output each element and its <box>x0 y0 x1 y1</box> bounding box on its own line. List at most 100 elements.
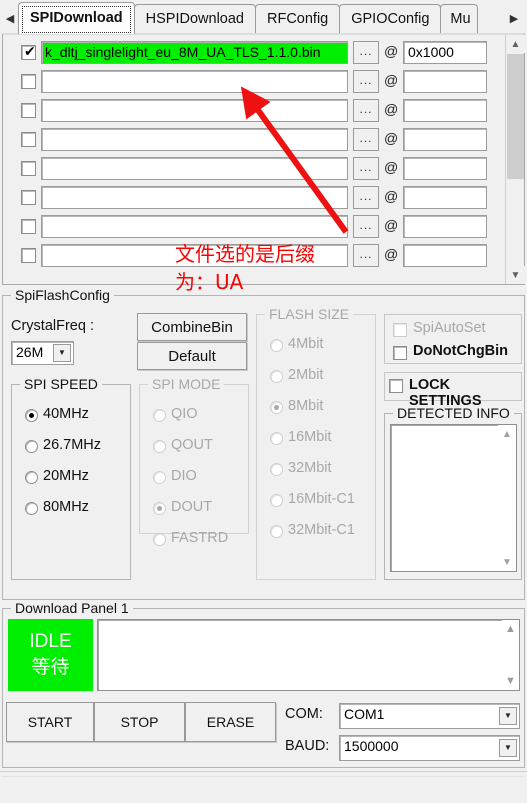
tab-hspidownload[interactable]: HSPIDownload <box>133 4 256 34</box>
browse-button[interactable]: ... <box>353 128 379 151</box>
file-list-scrollbar[interactable]: ▲ ▼ <box>505 35 525 284</box>
checkbox-donotchgbin[interactable] <box>393 346 407 360</box>
radio-label: 32Mbit-C1 <box>288 522 355 538</box>
flash-address-input[interactable] <box>403 215 487 238</box>
browse-button[interactable]: ... <box>353 186 379 209</box>
detected-info-group: DETECTED INFO ▲ ▼ <box>384 405 522 580</box>
file-enable-checkbox[interactable] <box>21 219 36 234</box>
spi-mode-group: SPI MODE QIO QOUT DIO DOUT FASTRD <box>139 376 249 546</box>
browse-button[interactable]: ... <box>353 157 379 180</box>
at-symbol-label: @ <box>384 130 399 146</box>
file-enable-checkbox[interactable] <box>21 190 36 205</box>
radio-40mhz[interactable] <box>25 409 38 422</box>
tab-gpioconfig[interactable]: GPIOConfig <box>339 4 442 34</box>
checkbox-label: DoNotChgBin <box>413 343 509 359</box>
file-row-list: ✔ k_dltj_singlelight_eu_8M_UA_TLS_1.1.0.b… <box>3 39 503 271</box>
detected-info-textarea[interactable]: ▲ ▼ <box>390 424 517 572</box>
scrollbar-thumb[interactable] <box>507 54 524 179</box>
radio-26-7mhz[interactable] <box>25 440 38 453</box>
chevron-down-icon[interactable]: ▼ <box>53 344 71 362</box>
file-path-input[interactable] <box>41 215 348 238</box>
radio-label: FASTRD <box>171 530 229 546</box>
checkbox-label: SpiAutoSet <box>413 320 486 336</box>
tab-mu[interactable]: Mu <box>440 4 479 34</box>
file-path-input[interactable] <box>41 157 348 180</box>
chevron-up-icon: ▲ <box>502 428 512 440</box>
browse-button[interactable]: ... <box>353 215 379 238</box>
crystal-freq-select[interactable]: 26M ▼ <box>11 341 74 365</box>
browse-button[interactable]: ... <box>353 99 379 122</box>
radio-selected-dot <box>157 506 162 511</box>
triangle-left-icon: ◀ <box>5 12 15 25</box>
tab-focus-outline <box>22 6 131 33</box>
baud-rate-select[interactable]: 1500000 ▼ <box>339 735 520 761</box>
scroll-up-button[interactable]: ▲ <box>506 35 525 53</box>
checkbox-spiautoset <box>393 323 407 337</box>
file-path-input[interactable] <box>41 186 348 209</box>
detected-info-scrollbar[interactable]: ▲ ▼ <box>498 425 516 571</box>
flash-address-input[interactable]: 0x1000 <box>403 41 487 64</box>
radio-80mhz[interactable] <box>25 502 38 515</box>
file-enable-checkbox[interactable]: ✔ <box>21 44 36 60</box>
browse-button[interactable]: ... <box>353 70 379 93</box>
file-path-input[interactable] <box>41 99 348 122</box>
download-log-scroll-down[interactable]: ▼ <box>502 672 519 690</box>
radio-32mbit-c1 <box>270 525 283 538</box>
tab-scroll-right-button[interactable]: ▶ <box>506 7 522 29</box>
tab-label: Mu <box>450 11 471 27</box>
radio-qio <box>153 409 166 422</box>
default-label: Default <box>168 347 216 365</box>
file-row: ... @ <box>3 97 503 126</box>
file-enable-checkbox[interactable] <box>21 248 36 263</box>
file-path-input[interactable] <box>41 128 348 151</box>
file-enable-checkbox[interactable] <box>21 103 36 118</box>
radio-dio <box>153 471 166 484</box>
file-path-input[interactable] <box>41 70 348 93</box>
flash-address-input[interactable] <box>403 70 487 93</box>
tab-label: GPIOConfig <box>351 11 430 27</box>
file-row: ... @ <box>3 184 503 213</box>
tab-rfconfig[interactable]: RFConfig <box>254 4 341 34</box>
tab-spidownload[interactable]: SPIDownload <box>18 2 135 34</box>
stop-button[interactable]: STOP <box>94 702 185 742</box>
download-log-scrollbar[interactable]: ▲ ▼ <box>502 620 519 690</box>
start-button[interactable]: START <box>6 702 94 742</box>
tab-scroll-left-button[interactable]: ◀ <box>2 7 18 29</box>
flash-address-input[interactable] <box>403 128 487 151</box>
radio-qout <box>153 440 166 453</box>
flash-address-input[interactable] <box>403 157 487 180</box>
flash-address-input[interactable] <box>403 244 487 267</box>
esp-flash-download-tool-window: ◀ SPIDownload HSPIDownload RFConfig GPIOCon… <box>0 0 527 803</box>
download-log-scroll-up[interactable]: ▲ <box>502 620 519 638</box>
com-port-select[interactable]: COM1 ▼ <box>339 703 520 729</box>
browse-button[interactable]: ... <box>353 244 379 267</box>
flash-address-input[interactable] <box>403 186 487 209</box>
triangle-right-icon: ▶ <box>509 12 519 25</box>
scroll-down-button[interactable]: ▼ <box>506 266 525 284</box>
chevron-down-icon[interactable]: ▼ <box>499 707 517 725</box>
spi-autoset-group: SpiAutoSet DoNotChgBin <box>384 314 522 364</box>
erase-button[interactable]: ERASE <box>185 702 276 742</box>
detected-info-scroll-down[interactable]: ▼ <box>498 553 516 571</box>
flash-address-input[interactable] <box>403 99 487 122</box>
chevron-down-icon[interactable]: ▼ <box>499 739 517 757</box>
spi-mode-title: SPI MODE <box>148 376 225 392</box>
lock-settings-checkbox[interactable] <box>389 379 403 393</box>
file-path-input[interactable]: k_dltj_singlelight_eu_8M_UA_TLS_1.1.0.bi… <box>41 41 348 64</box>
file-list-panel: ✔ k_dltj_singlelight_eu_8M_UA_TLS_1.1.0.b… <box>2 33 525 294</box>
browse-button[interactable]: ... <box>353 41 379 64</box>
file-enable-checkbox[interactable] <box>21 74 36 89</box>
radio-4mbit <box>270 339 283 352</box>
file-enable-checkbox[interactable] <box>21 132 36 147</box>
annotation-line-1: 文件选的是后缀 <box>175 242 315 266</box>
download-log-textarea[interactable]: ▲ ▼ <box>97 619 520 691</box>
combine-bin-button[interactable]: CombineBin <box>137 313 247 341</box>
spiflash-config-title: SpiFlashConfig <box>11 287 114 303</box>
default-button[interactable]: Default <box>137 342 247 370</box>
file-row: ... @ <box>3 68 503 97</box>
chevron-up-icon: ▲ <box>510 38 521 50</box>
detected-info-scroll-up[interactable]: ▲ <box>498 425 516 443</box>
radio-20mhz[interactable] <box>25 471 38 484</box>
file-enable-checkbox[interactable] <box>21 161 36 176</box>
radio-selected-dot <box>274 405 279 410</box>
